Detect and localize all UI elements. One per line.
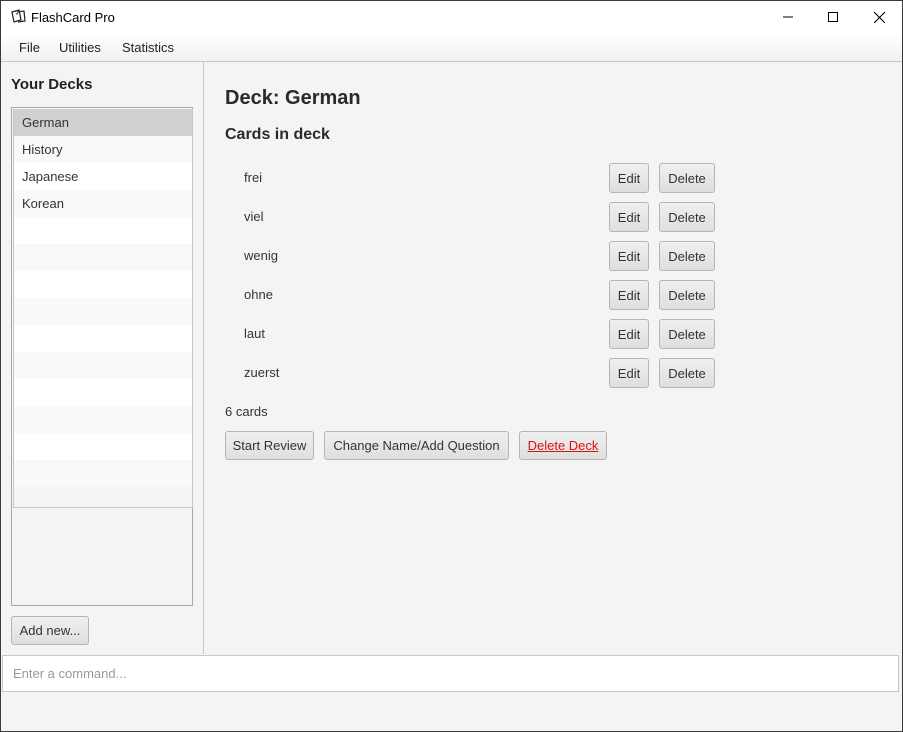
delete-card-button[interactable]: Delete [659,202,715,232]
deck-item-history[interactable]: History [14,136,192,163]
card-name: wenig [244,248,278,263]
edit-card-button[interactable]: Edit [609,202,649,232]
card-name: frei [244,170,263,185]
minimize-icon [783,16,793,18]
app-window: FlashCard Pro File Utilities Statistics … [0,0,903,732]
list-item [14,244,192,271]
maximize-button[interactable] [810,1,856,33]
cards-icon [10,9,27,25]
card-name: viel [244,209,264,224]
list-item [14,271,192,298]
menu-utilities[interactable]: Utilities [59,40,101,55]
card-row: laut Edit Delete [204,319,902,349]
menu-statistics[interactable]: Statistics [122,40,174,55]
card-row: wenig Edit Delete [204,241,902,271]
deck-list-rows: German History Japanese Korean [13,109,193,508]
edit-card-button[interactable]: Edit [609,319,649,349]
menu-bar: File Utilities Statistics [1,33,902,62]
deck-title: Deck: German [225,87,361,109]
list-item [14,406,192,433]
delete-card-button[interactable]: Delete [659,358,715,388]
list-item [14,379,192,406]
card-row: zuerst Edit Delete [204,358,902,388]
deck-item-japanese[interactable]: Japanese [14,163,192,190]
edit-card-button[interactable]: Edit [609,358,649,388]
menu-file[interactable]: File [19,40,40,55]
card-name: laut [244,326,265,341]
command-input[interactable] [2,655,899,692]
list-item [14,433,192,460]
deck-list[interactable]: German History Japanese Korean [11,107,193,606]
deck-item-korean[interactable]: Korean [14,190,192,217]
add-deck-button[interactable]: Add new... [11,616,89,645]
delete-card-button[interactable]: Delete [659,241,715,271]
cards-heading: Cards in deck [225,126,330,143]
edit-card-button[interactable]: Edit [609,241,649,271]
change-name-button[interactable]: Change Name/Add Question [324,431,509,460]
card-row: ohne Edit Delete [204,280,902,310]
window-title: FlashCard Pro [31,10,115,25]
edit-card-button[interactable]: Edit [609,163,649,193]
list-item [14,325,192,352]
title-bar: FlashCard Pro [1,1,902,33]
list-item [14,460,192,487]
list-item [14,352,192,379]
close-icon [873,11,885,23]
list-item [14,217,192,244]
edit-card-button[interactable]: Edit [609,280,649,310]
start-review-button[interactable]: Start Review [225,431,314,460]
delete-card-button[interactable]: Delete [659,319,715,349]
deck-sidebar: Your Decks German History Japanese Korea… [1,62,204,654]
list-item [14,298,192,325]
delete-card-button[interactable]: Delete [659,280,715,310]
maximize-icon [828,12,838,22]
card-name: zuerst [244,365,280,380]
card-name: ohne [244,287,273,302]
deck-detail: Deck: German Cards in deck frei Edit Del… [204,62,902,654]
delete-deck-button[interactable]: Delete Deck [519,431,607,460]
delete-card-button[interactable]: Delete [659,163,715,193]
card-count: 6 cards [225,404,268,419]
minimize-button[interactable] [765,1,811,33]
deck-item-german[interactable]: German [14,109,192,136]
sidebar-title: Your Decks [11,76,93,93]
card-row: viel Edit Delete [204,202,902,232]
close-button[interactable] [856,1,902,33]
card-row: frei Edit Delete [204,163,902,193]
